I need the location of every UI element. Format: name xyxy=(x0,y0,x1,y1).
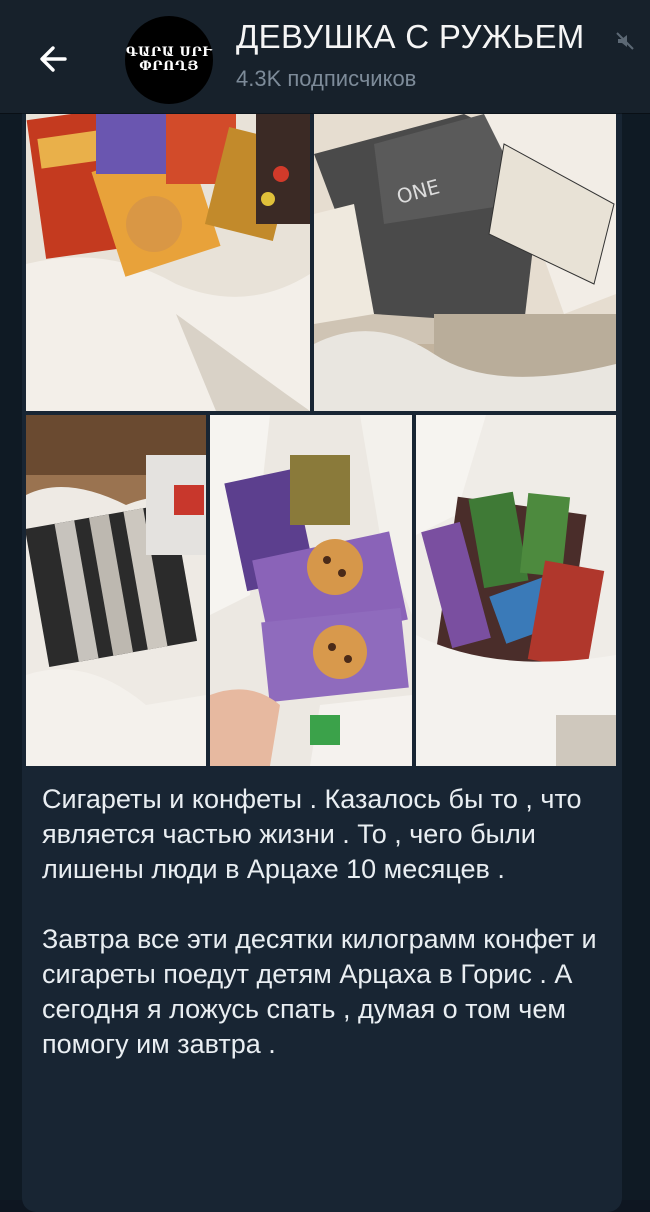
caption-paragraph-1: Сигареты и конфеты . Казалось бы то , чт… xyxy=(42,784,582,884)
arrow-left-icon xyxy=(40,46,67,72)
channel-title[interactable]: ДЕВУШКА С РУЖЬЕМ xyxy=(236,18,585,56)
photo-milka-image xyxy=(210,415,412,766)
message-bubble[interactable]: ONE Сигареты и конфеты . Казалось бы то … xyxy=(22,112,622,1212)
avatar-text-line2: ՓՐՈՂՅ xyxy=(139,59,199,74)
photo-cartons-image: ONE xyxy=(314,114,616,411)
photo-cigarettes-in-bag[interactable] xyxy=(26,415,206,766)
photo-alpen-gold-chocolate[interactable] xyxy=(416,415,616,766)
photo-alpen-image xyxy=(416,415,616,766)
avatar-text-line1: ԳԱՐԱ ՍՐՒ xyxy=(125,45,213,61)
photo-cigarette-cartons-top-right[interactable]: ONE xyxy=(314,114,616,411)
chat-header: ԳԱՐԱ ՍՐՒ ՓՐՈՂՅ ДЕВУШКА С РУЖЬЕМ 4.3K под… xyxy=(0,0,650,113)
muted-bell-icon xyxy=(616,32,634,50)
photo-cigarettes-image xyxy=(26,415,206,766)
channel-avatar[interactable]: ԳԱՐԱ ՍՐՒ ՓՐՈՂՅ xyxy=(125,16,213,104)
message-caption: Сигареты и конфеты . Казалось бы то , чт… xyxy=(42,782,612,1062)
photo-milka-cookies[interactable] xyxy=(210,415,412,766)
subscriber-count: 4.3K подписчиков xyxy=(236,66,417,91)
back-button[interactable] xyxy=(30,36,76,82)
photo-sweets-top-left[interactable] xyxy=(26,114,310,411)
caption-paragraph-2: Завтра все эти десятки килограмм конфет … xyxy=(42,924,597,1059)
photo-sweets-image xyxy=(26,114,310,411)
